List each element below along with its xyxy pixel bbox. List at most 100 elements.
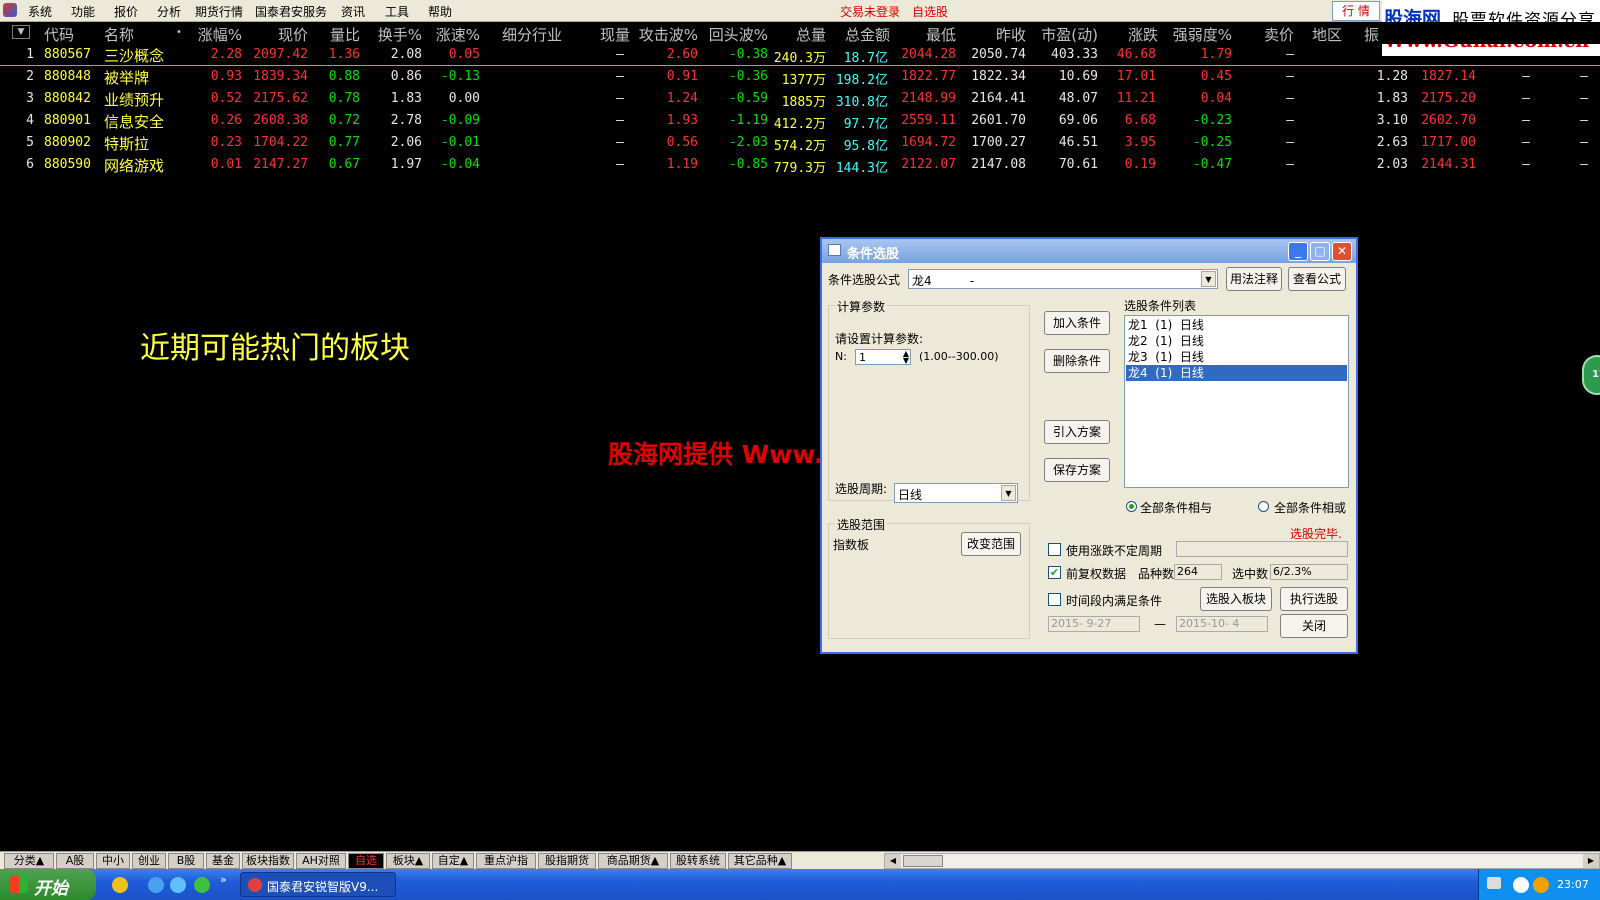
bottom-tab[interactable]: AH对照 [296, 853, 346, 869]
qq-icon[interactable] [1533, 877, 1549, 893]
scroll-right-icon[interactable]: ▶ [1583, 854, 1599, 868]
bottom-tab[interactable]: 其它品种▲ [728, 853, 792, 869]
keyboard-icon[interactable] [1487, 877, 1501, 889]
radio-and[interactable] [1126, 501, 1137, 512]
column-header[interactable]: 总量 [780, 24, 826, 45]
add-condition-button[interactable]: 加入条件 [1044, 311, 1110, 335]
table-row[interactable]: 6 880590 网络游戏 0.01 2147.27 0.67 1.97 -0.04 — 1.19… [0, 154, 1600, 176]
column-header[interactable]: 最低 [910, 24, 956, 45]
menu-function[interactable]: 功能 [71, 3, 95, 20]
bottom-tab[interactable]: 商品期货▲ [598, 853, 668, 869]
help-icon[interactable] [1513, 877, 1529, 893]
quote-button[interactable]: 行 情 [1332, 1, 1380, 21]
menu-tools[interactable]: 工具 [385, 3, 409, 20]
column-header[interactable]: 现量 [592, 24, 630, 45]
sort-dropdown-icon[interactable]: ▼ [12, 25, 30, 39]
dialog-titlebar[interactable]: 条件选股 _ □ ✕ [822, 239, 1356, 263]
forward-adjust-checkbox[interactable]: ✔ [1048, 566, 1061, 579]
bottom-tab[interactable]: B股 [168, 853, 204, 869]
menu-system[interactable]: 系统 [28, 3, 52, 20]
close-icon[interactable]: ✕ [1332, 242, 1352, 261]
float-badge[interactable]: 17 [1582, 355, 1600, 395]
minimize-icon[interactable]: _ [1288, 242, 1308, 261]
column-header[interactable]: 地区 [1312, 24, 1352, 45]
formula-select[interactable]: 龙4 - ▼ [908, 269, 1218, 289]
column-header[interactable]: 换手% [370, 24, 422, 45]
menu-gtja-service[interactable]: 国泰君安服务 [255, 3, 327, 20]
column-header[interactable]: 涨幅% [190, 24, 242, 45]
delete-condition-button[interactable]: 删除条件 [1044, 349, 1110, 373]
bottom-tab[interactable]: 板块指数 [242, 853, 294, 869]
date-from-field[interactable]: 2015- 9-27 [1048, 616, 1140, 632]
variable-period-checkbox[interactable] [1048, 543, 1061, 556]
condition-list-item[interactable]: 龙4 (1) 日线 [1126, 365, 1347, 381]
param-n-stepper[interactable]: 1 ▲ ▼ [855, 349, 911, 365]
login-status[interactable]: 交易未登录 [840, 3, 900, 20]
menu-analysis[interactable]: 分析 [157, 3, 181, 20]
column-header[interactable]: 卖价 [1254, 24, 1294, 45]
change-scope-button[interactable]: 改变范围 [961, 532, 1021, 556]
column-header[interactable]: 代码 [44, 24, 84, 45]
quicklaunch-app-icon[interactable] [112, 877, 128, 893]
column-header[interactable]: 强弱度% [1168, 24, 1232, 45]
bottom-tab[interactable]: 重点沪指 [476, 853, 536, 869]
column-header[interactable]: 回头波% [700, 24, 768, 45]
column-header[interactable]: 名称 [104, 24, 144, 45]
ie-icon[interactable] [148, 877, 164, 893]
table-row[interactable]: 2 880848 被举牌 0.93 1839.34 0.88 0.86 -0.13 — 0.91 -… [0, 66, 1600, 88]
bottom-tab[interactable]: 股转系统 [670, 853, 726, 869]
column-header[interactable]: 现价 [262, 24, 308, 45]
condition-list[interactable]: 龙1 (1) 日线 龙2 (1) 日线 龙3 (1) 日线 龙4 (1) 日线 [1124, 315, 1349, 488]
column-header[interactable]: 涨速% [428, 24, 480, 45]
bottom-tab[interactable]: 中小 [96, 853, 130, 869]
table-row[interactable]: 3 880842 业绩预升 0.52 2175.62 0.78 1.83 0.00 — 1.24 -… [0, 88, 1600, 110]
usage-notes-button[interactable]: 用法注释 [1226, 267, 1282, 291]
time-range-checkbox[interactable] [1048, 593, 1061, 606]
column-header[interactable]: 细分行业 [502, 24, 574, 45]
column-header[interactable]: 总金额 [832, 24, 890, 45]
execute-screening-button[interactable]: 执行选股 [1280, 587, 1348, 611]
bottom-tab[interactable]: 板块▲ [386, 853, 430, 869]
bottom-tab[interactable]: 自定▲ [432, 853, 474, 869]
column-header[interactable]: 振 [1364, 24, 1384, 45]
menu-futures[interactable]: 期货行情 [195, 3, 243, 20]
menu-news[interactable]: 资讯 [341, 3, 365, 20]
save-scheme-button[interactable]: 保存方案 [1044, 458, 1110, 482]
menu-help[interactable]: 帮助 [428, 3, 452, 20]
condition-list-item[interactable]: 龙1 (1) 日线 [1126, 317, 1347, 333]
add-to-block-button[interactable]: 选股入板块 [1200, 587, 1272, 611]
table-row[interactable]: 5 880902 特斯拉 0.23 1704.22 0.77 2.06 -0.01 — 0.56 -… [0, 132, 1600, 154]
column-header[interactable]: 量比 [320, 24, 360, 45]
start-button[interactable]: 开始 [0, 869, 96, 900]
task-button[interactable]: 国泰君安锐智版V9... [240, 872, 396, 897]
bottom-tab[interactable]: 自选 [348, 853, 384, 869]
close-button[interactable]: 关闭 [1280, 614, 1348, 638]
chevron-right-icon[interactable]: » [220, 873, 227, 886]
menu-quote[interactable]: 报价 [114, 3, 138, 20]
column-header[interactable]: 昨收 [980, 24, 1026, 45]
condition-list-item[interactable]: 龙3 (1) 日线 [1126, 349, 1347, 365]
maximize-icon[interactable]: □ [1310, 242, 1330, 261]
import-scheme-button[interactable]: 引入方案 [1044, 420, 1110, 444]
chat-icon[interactable] [194, 877, 210, 893]
table-row[interactable]: 4 880901 信息安全 0.26 2608.38 0.72 2.78 -0.09 — 1.93… [0, 110, 1600, 132]
watchlist-link[interactable]: 自选股 [912, 3, 948, 20]
horizontal-scrollbar[interactable]: ◀ ▶ [884, 853, 1600, 869]
bottom-tab[interactable]: 基金 [206, 853, 240, 869]
scroll-left-icon[interactable]: ◀ [885, 854, 901, 868]
bottom-tab[interactable]: 创业 [132, 853, 166, 869]
column-header[interactable]: 涨跌 [1114, 24, 1158, 45]
chevron-down-icon[interactable]: ▼ [1001, 485, 1016, 501]
column-header[interactable]: 市盈(动) [1034, 24, 1098, 45]
bottom-tab[interactable]: A股 [56, 853, 94, 869]
bottom-tab[interactable]: 分类▲ [4, 853, 54, 869]
radio-or[interactable] [1258, 501, 1269, 512]
browser-icon[interactable] [170, 877, 186, 893]
period-select[interactable]: 日线 ▼ [894, 483, 1018, 503]
spinner-icon[interactable]: ▲ ▼ [903, 350, 909, 365]
condition-list-item[interactable]: 龙2 (1) 日线 [1126, 333, 1347, 349]
chevron-down-icon[interactable]: ▼ [1201, 271, 1216, 287]
view-formula-button[interactable]: 查看公式 [1288, 267, 1346, 291]
table-row[interactable]: 1 880567 三沙概念 2.28 2097.42 1.36 2.08 0.05 — 2.60 -… [0, 44, 1600, 66]
scroll-thumb[interactable] [903, 855, 943, 867]
